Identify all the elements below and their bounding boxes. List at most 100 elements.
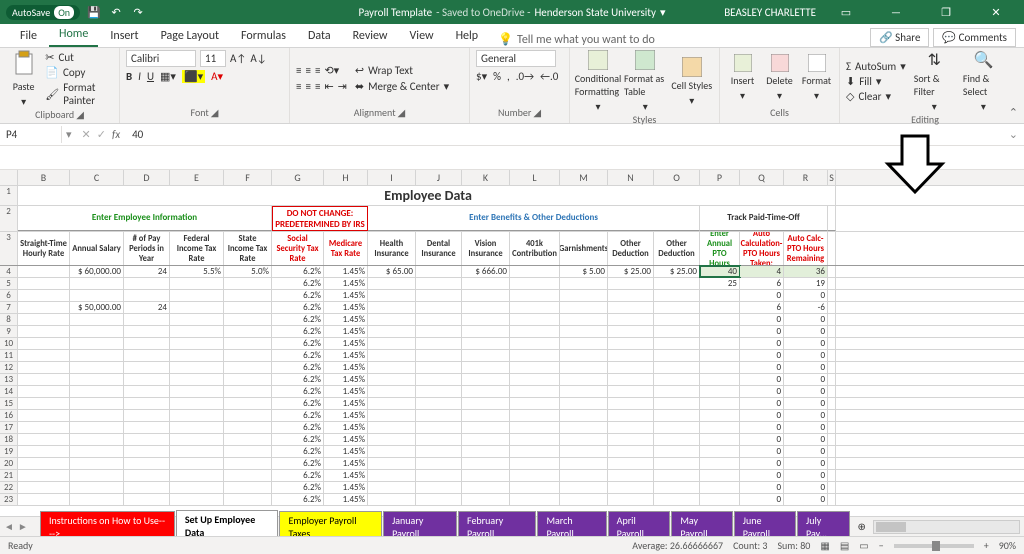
cell[interactable] [70,458,124,469]
cell[interactable]: 1.45% [324,302,368,313]
font-name-select[interactable]: Calibri [126,50,196,67]
row-header[interactable]: 5 [0,278,18,289]
cell[interactable] [654,494,700,505]
cell[interactable] [462,314,510,325]
cell[interactable] [608,350,654,361]
cell[interactable] [368,398,416,409]
cell[interactable]: 5.0% [224,266,272,277]
cell[interactable] [224,458,272,469]
zoom-out-button[interactable]: − [879,539,884,552]
cell[interactable] [700,494,740,505]
cell[interactable] [416,386,462,397]
col-header-H[interactable]: H [324,170,368,185]
col-header-G[interactable]: G [272,170,324,185]
cell[interactable]: 0 [784,386,828,397]
formula-input[interactable]: 40 [126,128,143,141]
row-header[interactable]: 21 [0,470,18,481]
cell[interactable] [700,458,740,469]
cell[interactable] [828,374,836,385]
cell[interactable]: 0 [784,422,828,433]
comma-icon[interactable]: , [507,70,510,83]
cell[interactable] [510,314,560,325]
cell[interactable] [608,494,654,505]
namebox-dropdown-icon[interactable]: ▾ [62,128,76,141]
cell[interactable] [368,278,416,289]
cell[interactable]: 6.2% [272,266,324,277]
cell[interactable]: 0 [784,338,828,349]
dec-decimal-icon[interactable]: ←.0 [540,70,558,83]
col-header-L[interactable]: L [510,170,560,185]
cell[interactable] [18,458,70,469]
cell[interactable] [560,326,608,337]
cell[interactable] [560,362,608,373]
cell[interactable] [510,374,560,385]
cell[interactable] [608,446,654,457]
cell[interactable] [70,398,124,409]
cell[interactable] [828,362,836,373]
cell[interactable] [224,374,272,385]
cell[interactable] [170,470,224,481]
zoom-in-button[interactable]: + [984,539,989,552]
cell[interactable] [700,350,740,361]
cell[interactable] [416,422,462,433]
cell[interactable] [18,326,70,337]
row-header[interactable]: 7 [0,302,18,313]
undo-icon[interactable]: ↶ [108,4,124,20]
cell[interactable] [124,434,170,445]
copy-button[interactable]: 📄 Copy [45,66,113,79]
cell[interactable] [416,278,462,289]
cell[interactable] [416,470,462,481]
close-button[interactable]: ✕ [976,0,1016,24]
cell[interactable] [560,350,608,361]
cell[interactable]: 0 [784,446,828,457]
cell[interactable]: 1.45% [324,314,368,325]
cell[interactable] [170,386,224,397]
cell[interactable] [828,350,836,361]
cell[interactable] [462,302,510,313]
cell[interactable] [700,434,740,445]
merge-center-button[interactable]: ⬌ Merge & Center ▾ [355,80,449,93]
cell[interactable]: 6.2% [272,278,324,289]
tab-data[interactable]: Data [298,25,341,47]
cell[interactable] [416,398,462,409]
cell[interactable] [654,326,700,337]
cell[interactable] [368,362,416,373]
cell[interactable] [70,494,124,505]
cell[interactable] [18,266,70,277]
cell[interactable] [510,386,560,397]
org-name[interactable]: Henderson State University [534,6,656,19]
cell[interactable] [700,374,740,385]
cell[interactable]: 25 [700,278,740,289]
zoom-slider[interactable] [894,544,974,548]
dialog-launcher-icon[interactable]: ◢ [533,106,541,119]
cell[interactable] [462,278,510,289]
cell[interactable] [18,362,70,373]
enter-formula-icon[interactable]: ✓ [97,128,106,141]
cell[interactable]: 1.45% [324,290,368,301]
cell[interactable] [124,410,170,421]
cell[interactable]: 6.2% [272,422,324,433]
cell[interactable] [608,410,654,421]
cell[interactable]: 1.45% [324,398,368,409]
row-header[interactable]: 19 [0,446,18,457]
cell[interactable] [700,398,740,409]
cell[interactable] [70,386,124,397]
cell[interactable] [124,494,170,505]
cell[interactable] [18,410,70,421]
cell[interactable] [828,290,836,301]
cell[interactable] [18,350,70,361]
cell[interactable] [654,446,700,457]
sort-filter-button[interactable]: ⇅Sort & Filter▾ [914,50,955,113]
row-header[interactable]: 9 [0,326,18,337]
cell[interactable] [608,278,654,289]
cell[interactable]: 0 [740,362,784,373]
cell[interactable] [462,398,510,409]
cell[interactable] [18,482,70,493]
cell[interactable] [560,338,608,349]
conditional-formatting-button[interactable]: Conditional Formatting▾ [576,50,620,113]
cell[interactable] [124,278,170,289]
cell[interactable]: 0 [740,446,784,457]
cell[interactable] [170,434,224,445]
collapse-ribbon-icon[interactable]: ⌃ [1009,106,1018,119]
cell[interactable] [654,470,700,481]
